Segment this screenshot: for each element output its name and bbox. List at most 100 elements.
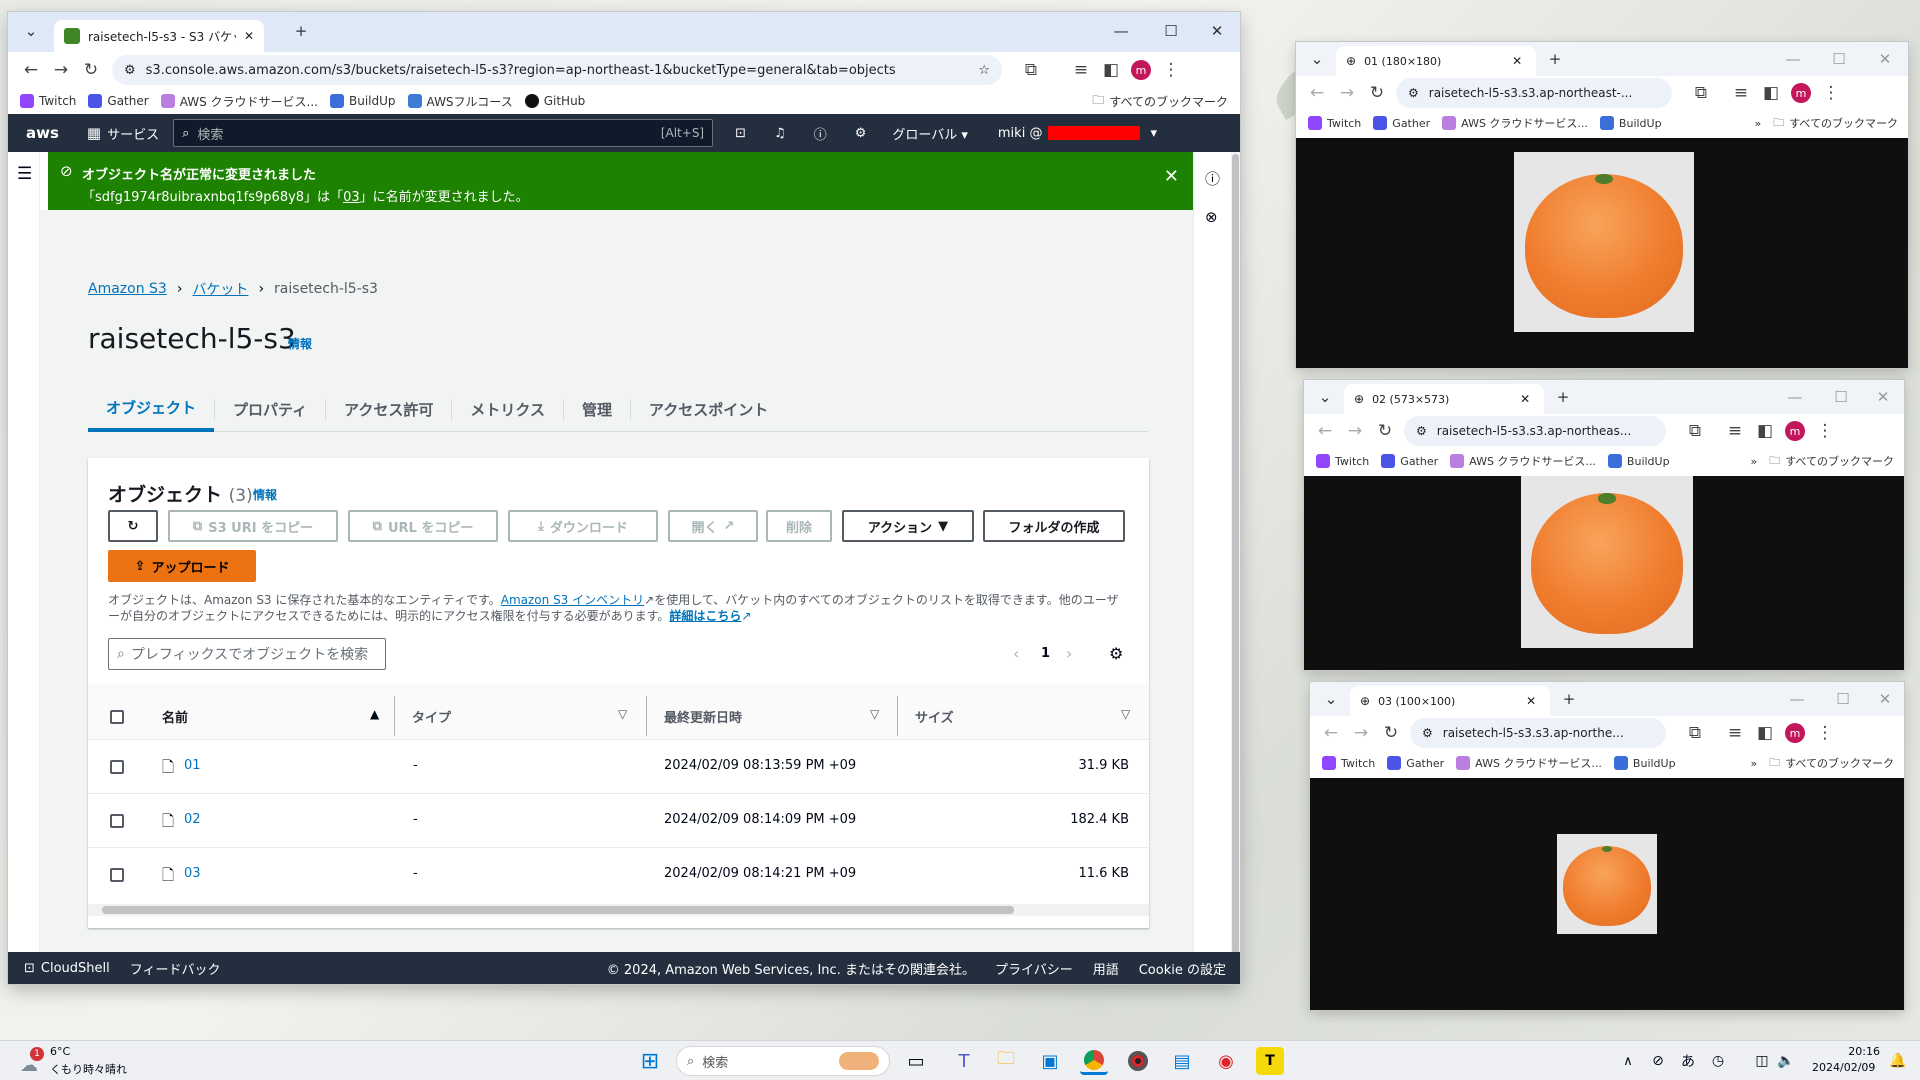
windows-start-icon[interactable]: ⊞ <box>636 1047 664 1075</box>
breadcrumb-s3[interactable]: Amazon S3 <box>88 281 167 297</box>
cookie-settings-link[interactable]: Cookie の設定 <box>1139 959 1226 978</box>
extensions-icon[interactable]: ⧉ <box>1016 55 1046 85</box>
more-bookmarks-icon[interactable]: » <box>1750 757 1757 770</box>
cloudshell-link[interactable]: CloudShell <box>41 961 110 976</box>
menu-icon[interactable]: ⋮ <box>1816 78 1846 108</box>
column-divider[interactable] <box>897 696 898 736</box>
terms-link[interactable]: 用語 <box>1093 959 1119 978</box>
side-panel-icon[interactable]: ◧ <box>1096 55 1126 85</box>
close-tab-icon[interactable]: ✕ <box>244 29 254 43</box>
tray-overflow-icon[interactable]: ∧ <box>1614 1047 1642 1075</box>
prev-page-icon[interactable]: ‹ <box>1013 644 1019 663</box>
objects-info-link[interactable]: 情報 <box>253 486 277 503</box>
column-size[interactable]: サイズ <box>915 707 954 726</box>
bookmark-github[interactable]: GitHub <box>524 94 585 108</box>
forward-icon[interactable]: → <box>1346 718 1376 748</box>
back-icon[interactable]: ← <box>1310 416 1340 446</box>
site-info-icon[interactable]: ⚙ <box>124 63 136 78</box>
bookmark-gather[interactable]: Gather <box>1387 756 1444 770</box>
bookmark-aws-full[interactable]: AWSフルコース <box>407 93 513 110</box>
inventory-link[interactable]: Amazon S3 インベントリ <box>501 593 644 607</box>
maximize-icon[interactable]: ☐ <box>1158 18 1184 44</box>
chevron-down-icon[interactable]: ▾ <box>1150 126 1157 141</box>
close-tab-icon[interactable]: ✕ <box>1512 54 1522 68</box>
profile-button[interactable]: m <box>1780 718 1810 748</box>
region-selector[interactable]: グローバル ▾ <box>892 124 968 143</box>
copy-s3-uri-button[interactable]: ⧉ S3 URI をコピー <box>168 510 338 542</box>
feedback-link[interactable]: フィードバック <box>130 959 221 978</box>
aws-search-input[interactable]: ⌕ 検索 [Alt+S] <box>173 119 714 147</box>
hamburger-menu-icon[interactable]: ☰ <box>17 164 32 184</box>
row-checkbox[interactable] <box>110 814 124 828</box>
settings-icon[interactable]: ⚙ <box>855 126 867 141</box>
account-menu[interactable]: miki @ <box>998 126 1043 141</box>
tab-image-03[interactable]: ⊕ 03 (100×100) ✕ <box>1350 686 1550 716</box>
copy-url-button[interactable]: ⧉ URL をコピー <box>348 510 498 542</box>
weather-icon[interactable]: ☁ 1 <box>16 1047 44 1076</box>
side-panel-icon[interactable]: ◧ <box>1756 78 1786 108</box>
table-row[interactable]: 🗋 01 - 2024/02/09 08:13:59 PM +09 31.9 K… <box>88 740 1149 794</box>
capture-icon[interactable]: ◉ <box>1212 1047 1240 1075</box>
bookmark-buildup[interactable]: BuildUp <box>329 94 396 108</box>
services-menu[interactable]: サービス <box>107 124 159 143</box>
tab-search-icon[interactable]: ⌄ <box>18 18 44 44</box>
tab-s3[interactable]: raisetech-l5-s3 - S3 バケット | S3 ✕ <box>54 20 264 52</box>
extensions-icon[interactable]: ⧉ <box>1680 416 1710 446</box>
next-page-icon[interactable]: › <box>1066 644 1072 663</box>
table-row[interactable]: 🗋 02 - 2024/02/09 08:14:09 PM +09 182.4 … <box>88 794 1149 848</box>
reload-icon[interactable]: ↻ <box>1376 718 1406 748</box>
page-number[interactable]: 1 <box>1041 646 1050 661</box>
privacy-link[interactable]: プライバシー <box>995 959 1073 978</box>
close-window-icon[interactable]: ✕ <box>1870 384 1896 410</box>
media-icon[interactable]: ≡ <box>1726 78 1756 108</box>
store-icon[interactable]: ▣ <box>1036 1047 1064 1075</box>
bookmark-twitch[interactable]: Twitch <box>1308 116 1361 130</box>
tab-image-02[interactable]: ⊕ 02 (573×573) ✕ <box>1344 384 1544 414</box>
create-folder-button[interactable]: フォルダの作成 <box>983 510 1125 542</box>
bookmark-star-icon[interactable]: ☆ <box>978 63 990 78</box>
menu-icon[interactable]: ⋮ <box>1810 718 1840 748</box>
close-tab-icon[interactable]: ✕ <box>1526 694 1536 708</box>
profile-button[interactable]: m <box>1786 78 1816 108</box>
preferences-gear-icon[interactable]: ⚙ <box>1109 644 1123 663</box>
new-tab-icon[interactable]: + <box>1542 46 1568 72</box>
tab-search-icon[interactable]: ⌄ <box>1304 46 1330 72</box>
close-window-icon[interactable]: ✕ <box>1204 18 1230 44</box>
bookmark-aws[interactable]: AWS クラウドサービス... <box>1450 453 1596 469</box>
close-window-icon[interactable]: ✕ <box>1872 686 1898 712</box>
bookmark-twitch[interactable]: Twitch <box>1316 454 1369 468</box>
table-hscrollbar[interactable] <box>88 904 1149 916</box>
bookmark-gather[interactable]: Gather <box>88 94 149 108</box>
object-name-link[interactable]: 03 <box>184 866 201 881</box>
tab-properties[interactable]: プロパティ <box>214 399 325 420</box>
sort-ascending-icon[interactable]: ▲ <box>370 707 379 721</box>
tab-image-01[interactable]: ⊕ 01 (180×180) ✕ <box>1336 46 1536 76</box>
bookmark-buildup[interactable]: BuildUp <box>1607 454 1670 468</box>
typora-icon[interactable]: T <box>1256 1047 1284 1075</box>
media-icon[interactable]: ≡ <box>1720 416 1750 446</box>
bookmark-twitch[interactable]: Twitch <box>1322 756 1375 770</box>
taskbar-search[interactable]: ⌕ 検索 <box>676 1046 890 1076</box>
tab-objects[interactable]: オブジェクト <box>88 388 215 432</box>
cloudshell-icon[interactable]: ⊡ <box>24 961 35 976</box>
all-bookmarks[interactable]: 🗀 すべてのブックマーク <box>1769 452 1894 471</box>
object-name-link[interactable]: 02 <box>184 812 201 827</box>
address-bar[interactable]: ⚙ raisetech-l5-s3.s3.ap-northeast-... <box>1396 78 1672 108</box>
help-icon[interactable]: ⓘ <box>814 124 827 143</box>
extensions-icon[interactable]: ⧉ <box>1680 718 1710 748</box>
volume-icon[interactable]: 🔈 <box>1772 1047 1800 1075</box>
info-panel-icon[interactable]: ⓘ <box>1205 168 1220 189</box>
select-all-checkbox[interactable] <box>110 710 124 724</box>
maximize-icon[interactable]: ☐ <box>1828 384 1854 410</box>
minimize-icon[interactable]: — <box>1782 384 1808 410</box>
column-divider[interactable] <box>646 696 647 736</box>
column-type[interactable]: タイプ <box>412 707 451 726</box>
reload-icon[interactable]: ↻ <box>1370 416 1400 446</box>
tab-permissions[interactable]: アクセス許可 <box>325 399 451 420</box>
close-window-icon[interactable]: ✕ <box>1872 46 1898 72</box>
services-grid-icon[interactable]: ▦ <box>87 124 101 142</box>
page-scrollbar[interactable] <box>1231 152 1240 958</box>
tab-search-icon[interactable]: ⌄ <box>1318 686 1344 712</box>
dismiss-flash-icon[interactable]: ✕ <box>1164 166 1179 187</box>
media-icon[interactable]: ≡ <box>1066 55 1096 85</box>
